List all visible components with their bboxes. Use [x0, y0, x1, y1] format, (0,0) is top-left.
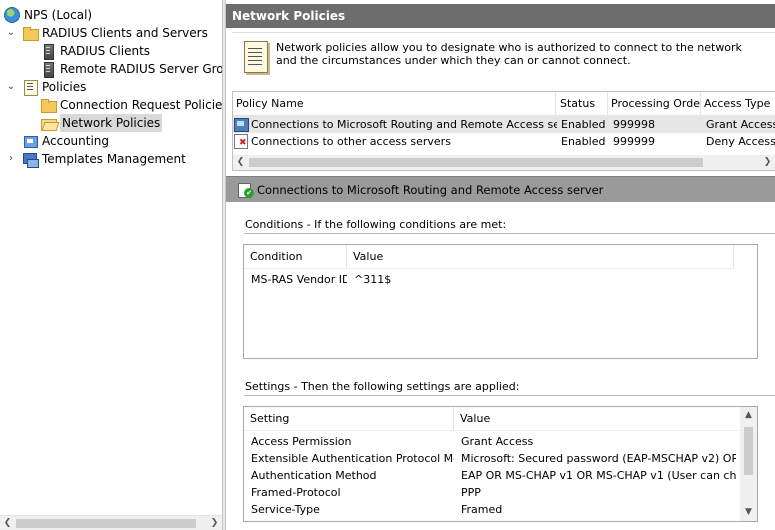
console-tree: NPS (Local) ⌄ RADIUS Clients and Servers… — [0, 0, 222, 530]
scrollbar-thumb[interactable] — [744, 427, 753, 475]
chevron-down-icon[interactable]: ⌄ — [6, 78, 16, 96]
scroll-left-icon[interactable]: ❮ — [0, 516, 15, 530]
pane-title: Network Policies — [226, 4, 775, 28]
column-header-status[interactable]: Status — [557, 92, 608, 116]
details-pane: Network Policies Network policies allow … — [226, 0, 775, 530]
settings-vertical-scrollbar[interactable]: ▲ ▼ — [740, 407, 757, 521]
chevron-down-icon[interactable]: ⌄ — [6, 24, 16, 42]
column-header-value[interactable]: Value — [454, 407, 742, 431]
policy-name: Connections to Microsoft Routing and Rem… — [251, 118, 557, 131]
accounting-icon — [22, 133, 38, 149]
policy-status: Enabled — [561, 135, 606, 148]
policy-check-icon — [237, 182, 254, 198]
settings-grid: Setting Value Access Permission Grant Ac… — [243, 406, 758, 522]
folder-icon — [22, 25, 39, 41]
column-header-condition[interactable]: Condition — [244, 245, 347, 269]
column-header-access-type[interactable]: Access Type — [701, 92, 775, 116]
column-header-policy-name[interactable]: Policy Name — [233, 92, 556, 116]
column-header-value[interactable]: Value — [347, 245, 734, 269]
setting-name: Framed-Protocol — [251, 486, 341, 499]
tree-node-nps-local[interactable]: NPS (Local) — [4, 6, 92, 24]
tree-node-accounting[interactable]: Accounting — [22, 132, 109, 150]
tree-label: NPS (Local) — [24, 8, 93, 22]
column-header-setting[interactable]: Setting — [244, 407, 454, 431]
policy-status: Enabled — [561, 118, 606, 131]
policy-document-icon — [22, 79, 38, 96]
tree-label: RADIUS Clients and Servers — [42, 26, 208, 40]
document-icon — [240, 41, 270, 73]
tree-node-network-policies[interactable]: Network Policies — [40, 114, 163, 132]
setting-value: EAP OR MS-CHAP v1 OR MS-CHAP v1 (User ca… — [461, 469, 736, 482]
setting-value: Microsoft: Secured password (EAP-MSCHAP … — [461, 452, 736, 465]
scroll-right-icon[interactable]: ❯ — [207, 516, 222, 530]
policy-access: Deny Access — [706, 135, 775, 148]
list-header: Policy Name Status Processing Order Acce… — [233, 92, 775, 116]
conditions-label: Conditions - If the following conditions… — [245, 218, 507, 231]
tree-node-templates-management[interactable]: Templates Management — [22, 150, 186, 168]
tree-node-remote-radius-groups[interactable]: Remote RADIUS Server Groups — [40, 60, 222, 78]
tree-label: Templates Management — [42, 152, 186, 166]
condition-value: ^311$ — [354, 273, 392, 286]
tree-node-radius-clients-servers[interactable]: RADIUS Clients and Servers — [22, 24, 208, 42]
policy-order: 999999 — [613, 135, 655, 148]
table-row[interactable]: Connections to Microsoft Routing and Rem… — [233, 116, 775, 133]
tree-label: Remote RADIUS Server Groups — [60, 62, 222, 76]
scroll-down-icon[interactable]: ▼ — [740, 504, 757, 521]
setting-name: Authentication Method — [251, 469, 377, 482]
setting-value: PPP — [461, 486, 481, 499]
column-header-processing-order[interactable]: Processing Order — [608, 92, 701, 116]
scroll-right-icon[interactable]: ❯ — [760, 155, 775, 170]
chevron-right-icon[interactable]: › — [6, 150, 16, 168]
tree-label: Accounting — [42, 134, 110, 148]
tree-node-connection-request-policies[interactable]: Connection Request Policies — [40, 96, 222, 114]
tree-node-policies[interactable]: Policies — [22, 78, 86, 96]
info-panel: Network policies allow you to designate … — [232, 32, 775, 86]
tree-label: Network Policies — [60, 114, 163, 132]
tree-node-radius-clients[interactable]: RADIUS Clients — [40, 42, 150, 60]
setting-name: Extensible Authentication Protocol Metho… — [251, 452, 454, 465]
settings-label: Settings - Then the following settings a… — [245, 380, 520, 393]
setting-value: Grant Access — [461, 435, 534, 448]
server-icon — [40, 43, 56, 60]
folder-open-icon — [40, 115, 57, 131]
divider — [244, 233, 775, 234]
setting-value: Framed — [461, 503, 503, 516]
setting-name: Service-Type — [251, 503, 320, 516]
tree-label: Policies — [42, 80, 87, 94]
globe-icon — [4, 7, 20, 23]
policy-order: 999998 — [613, 118, 655, 131]
conditions-grid: Condition Value MS-RAS Vendor ID ^311$ — [243, 244, 758, 359]
server-group-icon — [40, 61, 56, 78]
selected-policy-title: Connections to Microsoft Routing and Rem… — [257, 183, 604, 197]
deny-policy-icon — [234, 134, 249, 149]
policy-list: Policy Name Status Processing Order Acce… — [232, 91, 775, 171]
divider — [244, 395, 775, 396]
list-horizontal-scrollbar[interactable]: ❮ ❯ — [233, 155, 775, 170]
scrollbar-thumb[interactable] — [16, 519, 196, 528]
tree-label: Connection Request Policies — [60, 98, 222, 112]
templates-icon — [22, 151, 39, 168]
info-text: Network policies allow you to designate … — [276, 41, 742, 67]
folder-icon — [40, 97, 57, 113]
tree-horizontal-scrollbar[interactable]: ❮ ❯ — [0, 515, 222, 530]
scroll-left-icon[interactable]: ❮ — [233, 155, 248, 170]
condition-name: MS-RAS Vendor ID — [251, 273, 347, 286]
scroll-up-icon[interactable]: ▲ — [740, 407, 757, 424]
scrollbar-thumb[interactable] — [249, 158, 703, 167]
table-row[interactable]: Connections to other access servers Enab… — [233, 133, 775, 150]
policy-access: Grant Access — [706, 118, 775, 131]
selected-policy-bar: Connections to Microsoft Routing and Rem… — [226, 176, 775, 202]
grant-policy-icon — [234, 117, 249, 132]
tree-label: RADIUS Clients — [60, 44, 151, 58]
setting-name: Access Permission — [251, 435, 352, 448]
policy-name: Connections to other access servers — [251, 135, 451, 148]
